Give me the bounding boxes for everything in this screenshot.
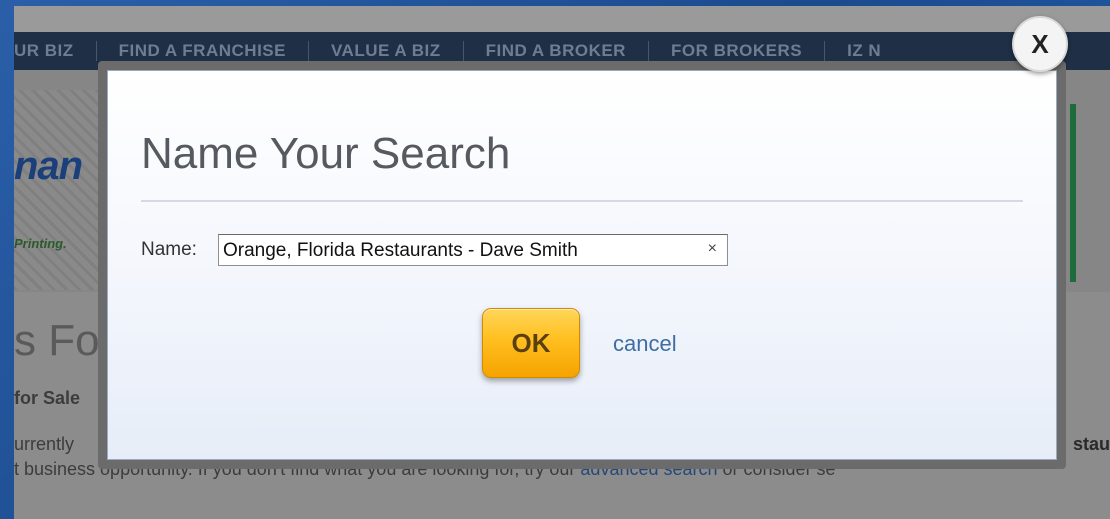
body-text-line1-right: stau — [1072, 434, 1110, 454]
dialog-title: Name Your Search — [141, 129, 511, 178]
page-heading: s Fo — [14, 316, 100, 365]
body-text-line1: urrently — [14, 434, 75, 454]
dialog-divider — [141, 200, 1023, 202]
close-dialog-button[interactable]: X — [1012, 16, 1068, 72]
page-subheading: for Sale — [14, 388, 81, 408]
nav-item-biz-news[interactable]: IZ N — [825, 41, 903, 61]
site-top-band — [14, 6, 1110, 32]
nav-item-your-biz[interactable]: UR BIZ — [14, 41, 97, 61]
name-search-dialog: Name Your Search Name: × OK cancel — [98, 61, 1066, 469]
banner-logo: nan — [14, 144, 83, 188]
clear-icon[interactable]: × — [708, 240, 717, 258]
banner-tagline: Printing. — [14, 236, 67, 251]
name-label: Name: — [141, 239, 197, 260]
cancel-link[interactable]: cancel — [613, 331, 677, 357]
banner-accent-bar — [1070, 104, 1076, 282]
nav-item-find-a-franchise[interactable]: FIND A FRANCHISE — [97, 41, 309, 61]
nav-item-value-a-biz[interactable]: VALUE A BIZ — [309, 41, 464, 61]
name-input[interactable] — [223, 239, 693, 263]
nav-item-for-brokers[interactable]: FOR BROKERS — [649, 41, 826, 61]
dialog-body: Name Your Search Name: × OK cancel — [107, 70, 1057, 460]
banner-pattern — [14, 90, 104, 290]
nav-item-find-a-broker[interactable]: FIND A BROKER — [464, 41, 649, 61]
name-field[interactable]: × — [218, 234, 728, 266]
ok-button[interactable]: OK — [482, 308, 580, 378]
